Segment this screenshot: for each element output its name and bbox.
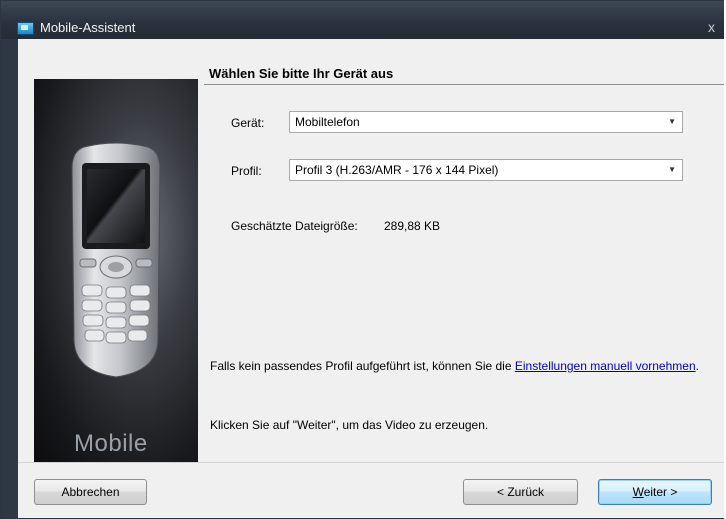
profile-hint: Falls kein passendes Profil aufgeführt i…	[210, 359, 710, 373]
profile-select[interactable]: Profil 3 (H.263/AMR - 176 x 144 Pixel) ▼	[289, 159, 683, 181]
wizard-content: Wählen Sie bitte Ihr Gerät aus Mobile Ge…	[18, 39, 724, 462]
hint-suffix: .	[695, 359, 699, 373]
mobile-promo-image: Mobile	[34, 79, 198, 462]
profile-value: Profil 3 (H.263/AMR - 176 x 144 Pixel)	[295, 163, 499, 177]
mobile-phone-icon	[71, 142, 161, 378]
cancel-button[interactable]: Abbrechen	[34, 479, 147, 505]
video-mobile-icon	[17, 22, 34, 35]
device-label: Gerät:	[231, 116, 265, 130]
device-select[interactable]: Mobiltelefon ▼	[289, 111, 683, 133]
filesize-label: Geschätzte Dateigröße:	[231, 219, 358, 233]
filesize-value: 289,88 KB	[384, 219, 441, 233]
mobile-assistant-window: Mobile-Assistent x Wählen Sie bitte Ihr …	[0, 0, 724, 519]
next-button[interactable]: Weiter >	[598, 479, 712, 505]
heading-divider	[204, 84, 724, 85]
hint-text: Falls kein passendes Profil aufgeführt i…	[210, 359, 515, 373]
promo-caption: Mobile	[74, 430, 148, 457]
close-icon[interactable]: x	[708, 19, 724, 35]
device-value: Mobiltelefon	[295, 115, 360, 129]
manual-settings-link[interactable]: Einstellungen manuell vornehmen	[515, 359, 696, 373]
profile-label: Profil:	[231, 164, 262, 178]
next-accelerator: W	[632, 485, 644, 499]
window-title: Mobile-Assistent	[40, 20, 136, 35]
wizard-footer: Abbrechen < Zurück Weiter >	[18, 462, 724, 518]
back-button[interactable]: < Zurück	[463, 479, 578, 505]
title-bar[interactable]: Mobile-Assistent x	[1, 1, 724, 39]
page-heading: Wählen Sie bitte Ihr Gerät aus	[209, 66, 394, 81]
chevron-down-icon: ▼	[668, 165, 676, 174]
next-label: eiter >	[643, 485, 678, 499]
instruction-text: Klicken Sie auf "Weiter", um das Video z…	[210, 418, 489, 432]
chevron-down-icon: ▼	[668, 117, 676, 126]
